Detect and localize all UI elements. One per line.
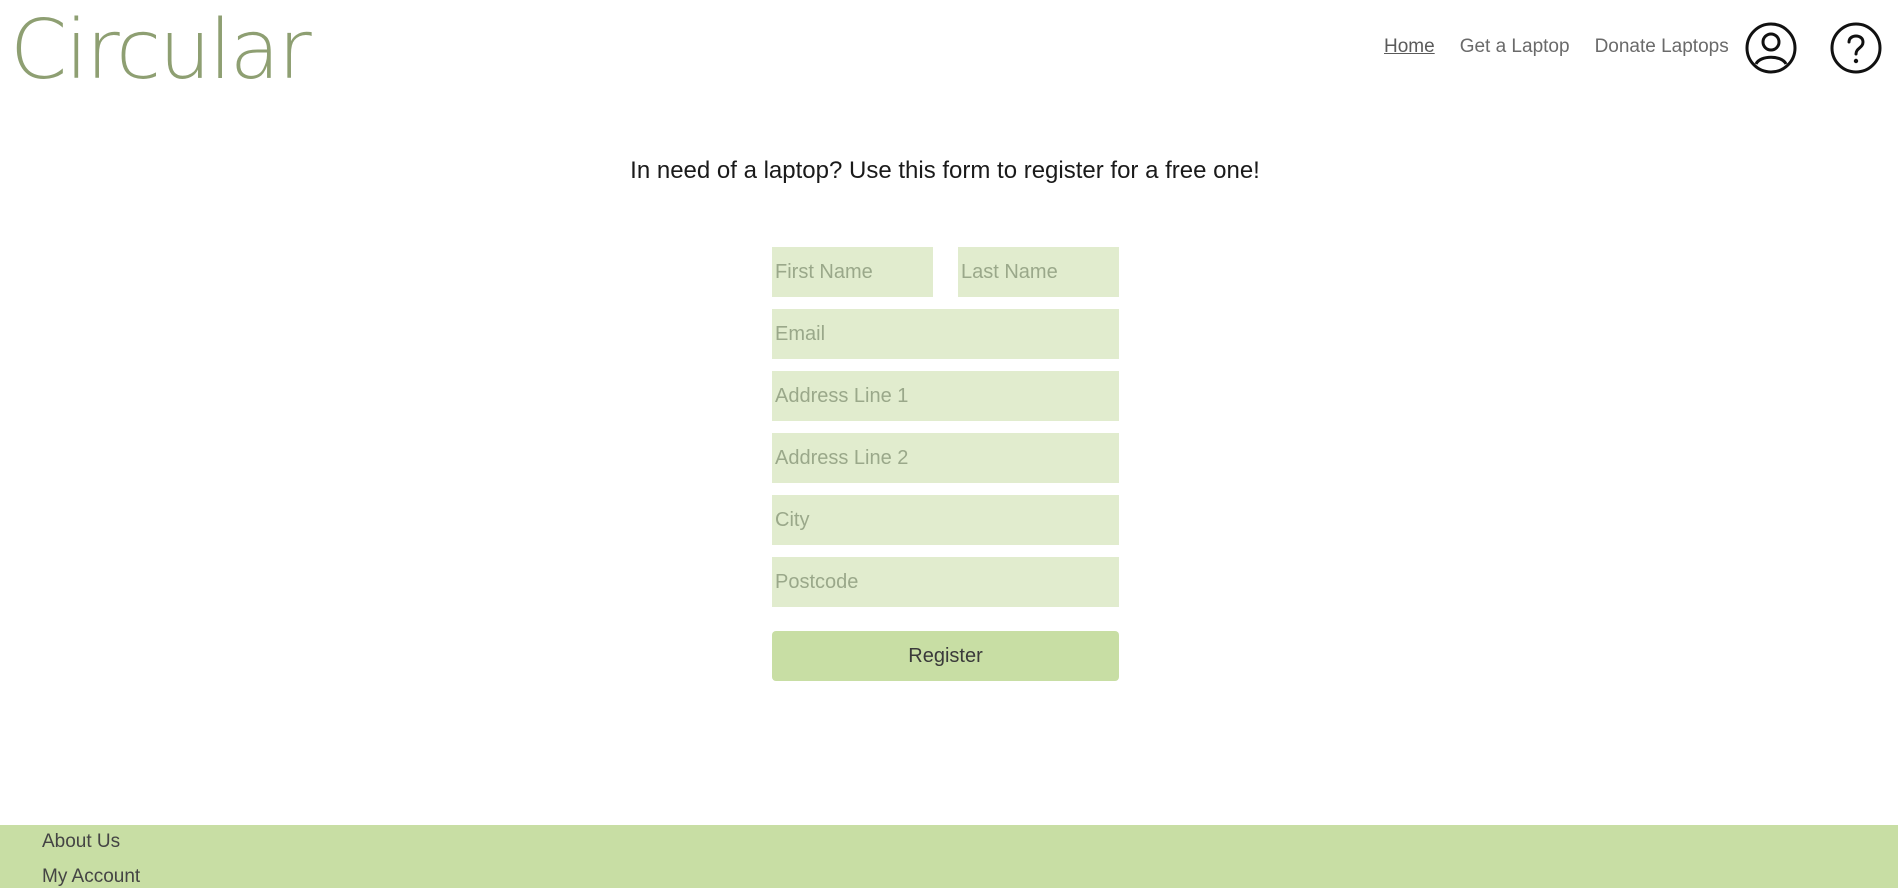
- footer-about-us-link[interactable]: About Us: [42, 831, 120, 853]
- address-line-1-input[interactable]: [772, 371, 1119, 421]
- last-name-input[interactable]: [958, 247, 1119, 297]
- email-input[interactable]: [772, 309, 1119, 359]
- register-button[interactable]: Register: [772, 631, 1119, 681]
- postcode-input[interactable]: [772, 557, 1119, 607]
- site-logo[interactable]: Circular: [10, 6, 312, 96]
- footer-my-account-link[interactable]: My Account: [42, 866, 140, 888]
- account-icon: [1745, 22, 1797, 74]
- footer: About Us My Account: [0, 825, 1898, 888]
- nav-home-link[interactable]: Home: [1384, 36, 1435, 58]
- page: Circular Home Get a Laptop Donate Laptop…: [0, 0, 1898, 888]
- nav-get-laptop-link[interactable]: Get a Laptop: [1460, 36, 1570, 58]
- account-button[interactable]: [1745, 22, 1797, 74]
- city-input[interactable]: [772, 495, 1119, 545]
- first-name-input[interactable]: [772, 247, 933, 297]
- nav-donate-laptops-link[interactable]: Donate Laptops: [1595, 36, 1729, 58]
- page-intro-text: In need of a laptop? Use this form to re…: [630, 157, 1260, 184]
- address-line-2-input[interactable]: [772, 433, 1119, 483]
- help-icon: [1830, 22, 1882, 74]
- help-button[interactable]: [1830, 22, 1882, 74]
- main-nav: Home Get a Laptop Donate Laptops: [1384, 36, 1754, 58]
